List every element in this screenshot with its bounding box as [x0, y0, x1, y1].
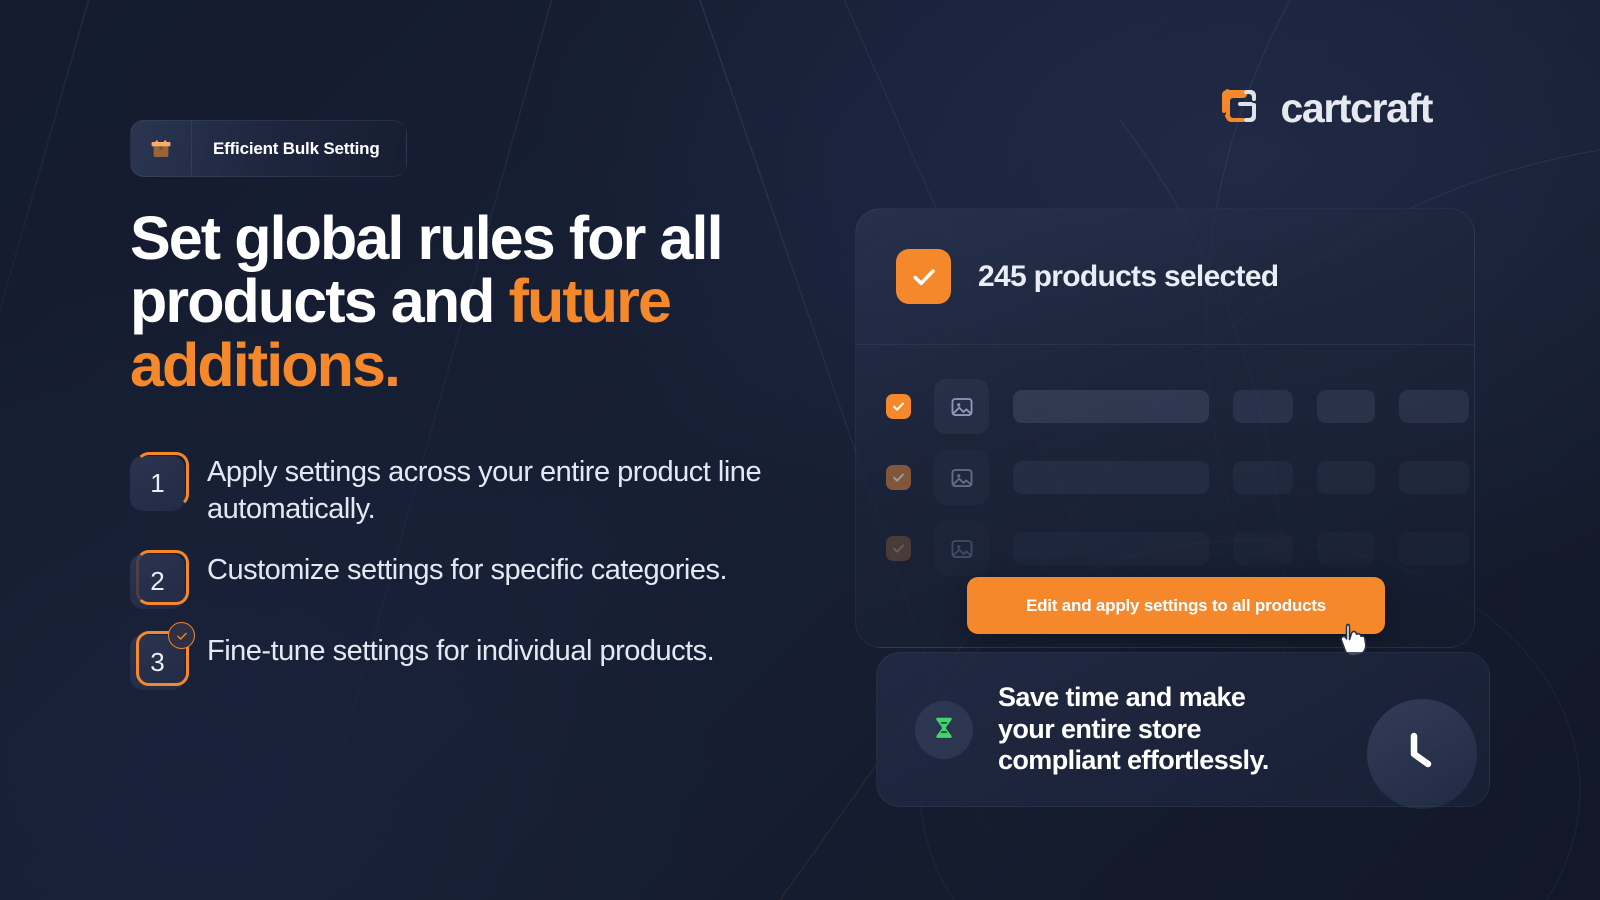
steps-list: 1 Apply settings across your entire prod… — [130, 452, 830, 712]
list-item: 1 Apply settings across your entire prod… — [130, 452, 830, 528]
placeholder-bar — [1399, 461, 1469, 494]
product-thumbnail-placeholder — [934, 379, 989, 434]
promo-canvas: Efficient Bulk Setting Set global rules … — [0, 0, 1600, 900]
benefit-text: Save time and make your entire store com… — [998, 682, 1269, 778]
step-number-badge: 2 — [130, 550, 189, 610]
placeholder-bar — [1233, 532, 1293, 565]
benefit-line-1: Save time and make — [998, 681, 1246, 712]
placeholder-bar — [1233, 461, 1293, 494]
placeholder-bar — [1399, 532, 1469, 565]
check-icon — [913, 268, 935, 285]
brand-logo: cartcraft — [1216, 84, 1434, 132]
placeholder-bar — [1317, 461, 1375, 494]
hourglass-icon — [915, 700, 973, 759]
image-icon — [951, 397, 972, 416]
row-checkbox[interactable] — [886, 536, 911, 561]
headline-line-2-plain: products and — [130, 267, 509, 336]
product-thumbnail-placeholder — [934, 521, 989, 576]
headline-line-2-accent: future — [508, 267, 672, 336]
product-rows — [856, 345, 1474, 584]
selection-header: 245 products selected — [856, 209, 1474, 344]
row-checkbox[interactable] — [886, 394, 911, 419]
placeholder-bar — [1013, 532, 1209, 565]
image-icon — [951, 468, 972, 487]
step-number-badge: 1 — [130, 452, 189, 511]
step-description: Customize settings for specific categori… — [207, 554, 728, 587]
feature-badge-label: Efficient Bulk Setting — [213, 138, 380, 158]
check-icon — [893, 473, 904, 482]
gift-box-icon-glyph — [151, 139, 171, 157]
check-circle-icon — [168, 622, 195, 650]
table-row[interactable] — [856, 442, 1474, 513]
benefit-line-2: your entire store — [998, 713, 1201, 744]
list-item: 2 Customize settings for specific catego… — [130, 550, 830, 610]
check-icon — [176, 632, 187, 640]
hourglass-icon-glyph — [936, 717, 952, 738]
product-thumbnail-placeholder — [934, 450, 989, 505]
step-description: Fine-tune settings for individual produc… — [207, 635, 715, 668]
clock-icon — [1367, 699, 1477, 809]
gift-box-icon — [131, 121, 192, 176]
step-number-badge: 3 — [130, 622, 195, 691]
row-checkbox[interactable] — [886, 465, 911, 490]
cartcraft-logo-mark-icon — [1221, 89, 1256, 122]
select-all-checkbox[interactable] — [896, 249, 951, 304]
table-row[interactable] — [856, 371, 1474, 442]
check-icon — [893, 544, 904, 553]
placeholder-bar — [1013, 390, 1209, 423]
check-icon — [893, 402, 904, 411]
step-number-value: 2 — [130, 554, 185, 610]
placeholder-bar — [1399, 390, 1469, 423]
placeholder-bar — [1233, 390, 1293, 423]
step-number-value: 1 — [130, 456, 185, 511]
benefit-line-3: compliant effortlessly. — [998, 745, 1269, 776]
feature-badge: Efficient Bulk Setting — [130, 120, 407, 177]
step-description: Apply settings across your entire produc… — [207, 456, 762, 526]
headline-line-3-accent: additions. — [130, 330, 401, 399]
page-title: Set global rules for all products and fu… — [130, 204, 810, 399]
apply-settings-button[interactable]: Edit and apply settings to all products — [967, 577, 1385, 634]
clock-icon-glyph — [1410, 732, 1432, 768]
image-icon — [951, 539, 972, 558]
placeholder-bar — [1317, 390, 1375, 423]
table-row[interactable] — [856, 513, 1474, 584]
brand-logo-wordmark: cartcraft — [1280, 84, 1434, 131]
placeholder-bar — [1317, 532, 1375, 565]
placeholder-bar — [1013, 461, 1209, 494]
headline-line-1: Set global rules for all — [130, 204, 724, 272]
selection-count-label: 245 products selected — [978, 259, 1279, 293]
list-item: 3 Fine-tune settings for individual prod… — [130, 622, 830, 691]
